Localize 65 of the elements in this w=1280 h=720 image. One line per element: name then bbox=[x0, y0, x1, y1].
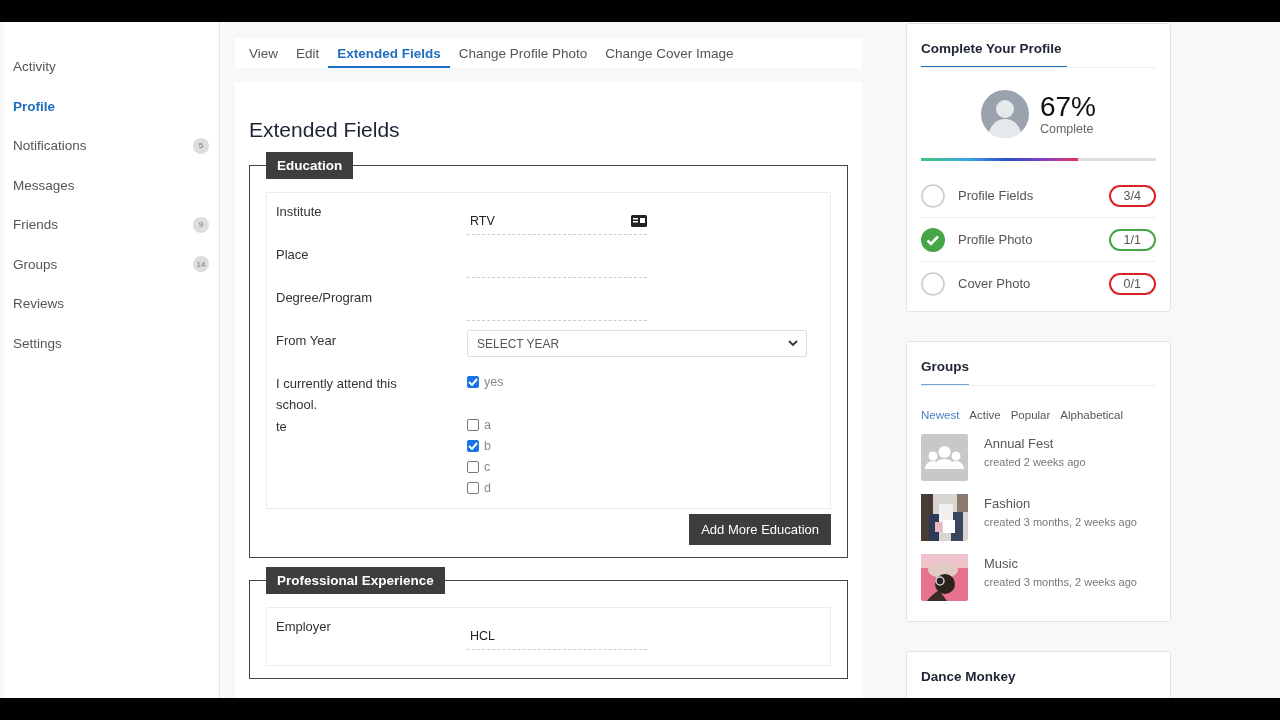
page-title: Extended Fields bbox=[249, 118, 401, 142]
checkbox-label: c bbox=[484, 459, 491, 474]
tab[interactable]: View bbox=[240, 38, 288, 68]
progress-count: 1/1 bbox=[1108, 228, 1156, 251]
checkbox[interactable] bbox=[467, 439, 479, 452]
checkbox-label: d bbox=[484, 480, 491, 495]
tab[interactable]: Change Profile Photo bbox=[449, 38, 597, 68]
checkbox[interactable] bbox=[467, 460, 479, 473]
card-title: Groups bbox=[921, 342, 969, 386]
text-field[interactable]: RTV bbox=[467, 207, 647, 235]
step-label: Cover Photo bbox=[958, 276, 1032, 291]
sidebar-item[interactable]: Groups bbox=[13, 256, 58, 272]
group-meta: created 3 months, 2 weeks ago bbox=[984, 516, 1137, 528]
checkbox-label: a bbox=[484, 417, 491, 432]
card-title: Dance Monkey bbox=[921, 668, 1017, 686]
field-label: Degree/Program bbox=[276, 289, 374, 307]
field-label: te bbox=[276, 418, 288, 436]
group-name[interactable]: Music bbox=[984, 556, 1137, 571]
checkbox[interactable] bbox=[467, 375, 479, 388]
checkbox[interactable] bbox=[467, 481, 479, 494]
text-field[interactable]: HCL bbox=[467, 622, 647, 650]
sidebar-item[interactable]: Profile bbox=[13, 98, 55, 114]
sidebar-item[interactable]: Settings bbox=[13, 335, 62, 351]
percent-caption: Complete bbox=[1039, 122, 1095, 136]
year-select[interactable]: SELECT YEAR bbox=[467, 330, 807, 357]
avatar bbox=[980, 90, 1029, 138]
filter-link[interactable]: Newest bbox=[921, 409, 960, 421]
group-name[interactable]: Fashion bbox=[984, 496, 1137, 511]
filter-link[interactable]: Alphabetical bbox=[1060, 409, 1123, 421]
field-label: From Year bbox=[276, 332, 337, 350]
progress-count: 0/1 bbox=[1108, 272, 1156, 295]
field-label: Place bbox=[276, 246, 310, 264]
count-badge: 9 bbox=[193, 216, 209, 233]
progress-count: 3/4 bbox=[1108, 184, 1156, 207]
count-badge: 5 bbox=[193, 137, 209, 154]
section-legend: Education bbox=[266, 152, 354, 179]
checkbox-label: b bbox=[484, 438, 491, 453]
chevron-down-icon bbox=[788, 340, 798, 347]
field-label: Employer bbox=[276, 618, 332, 636]
sidebar-item[interactable]: Friends bbox=[13, 217, 58, 233]
tab[interactable]: Change Cover Image bbox=[596, 38, 743, 68]
sidebar-item[interactable]: Reviews bbox=[13, 296, 64, 312]
percent-value: 67% bbox=[1039, 92, 1096, 122]
tab[interactable]: Extended Fields bbox=[328, 38, 450, 68]
sidebar-item[interactable]: Activity bbox=[13, 59, 56, 75]
field-label: I currently attend this school. bbox=[276, 375, 398, 414]
group-name[interactable]: Annual Fest bbox=[984, 436, 1086, 451]
count-badge: 14 bbox=[193, 256, 209, 273]
step-label: Profile Photo bbox=[958, 232, 1034, 247]
sidebar-item[interactable]: Messages bbox=[13, 177, 75, 193]
group-meta: created 2 weeks ago bbox=[984, 456, 1086, 468]
card-title: Complete Your Profile bbox=[921, 24, 1067, 68]
contact-card-icon bbox=[631, 214, 647, 227]
filter-link[interactable]: Popular bbox=[1010, 409, 1051, 421]
field-label: Institute bbox=[276, 203, 323, 221]
tab[interactable]: Edit bbox=[287, 38, 329, 68]
group-placeholder-icon bbox=[921, 434, 968, 481]
filter-link[interactable]: Active bbox=[969, 409, 1001, 421]
group-meta: created 3 months, 2 weeks ago bbox=[984, 576, 1137, 588]
section-legend: Professional Experience bbox=[266, 567, 445, 594]
step-label: Profile Fields bbox=[958, 188, 1035, 203]
checkbox[interactable] bbox=[467, 418, 479, 431]
sidebar-item[interactable]: Notifications bbox=[13, 138, 87, 154]
add-more-button[interactable]: Add More Education bbox=[689, 514, 831, 545]
checkbox-label: yes bbox=[484, 374, 504, 389]
